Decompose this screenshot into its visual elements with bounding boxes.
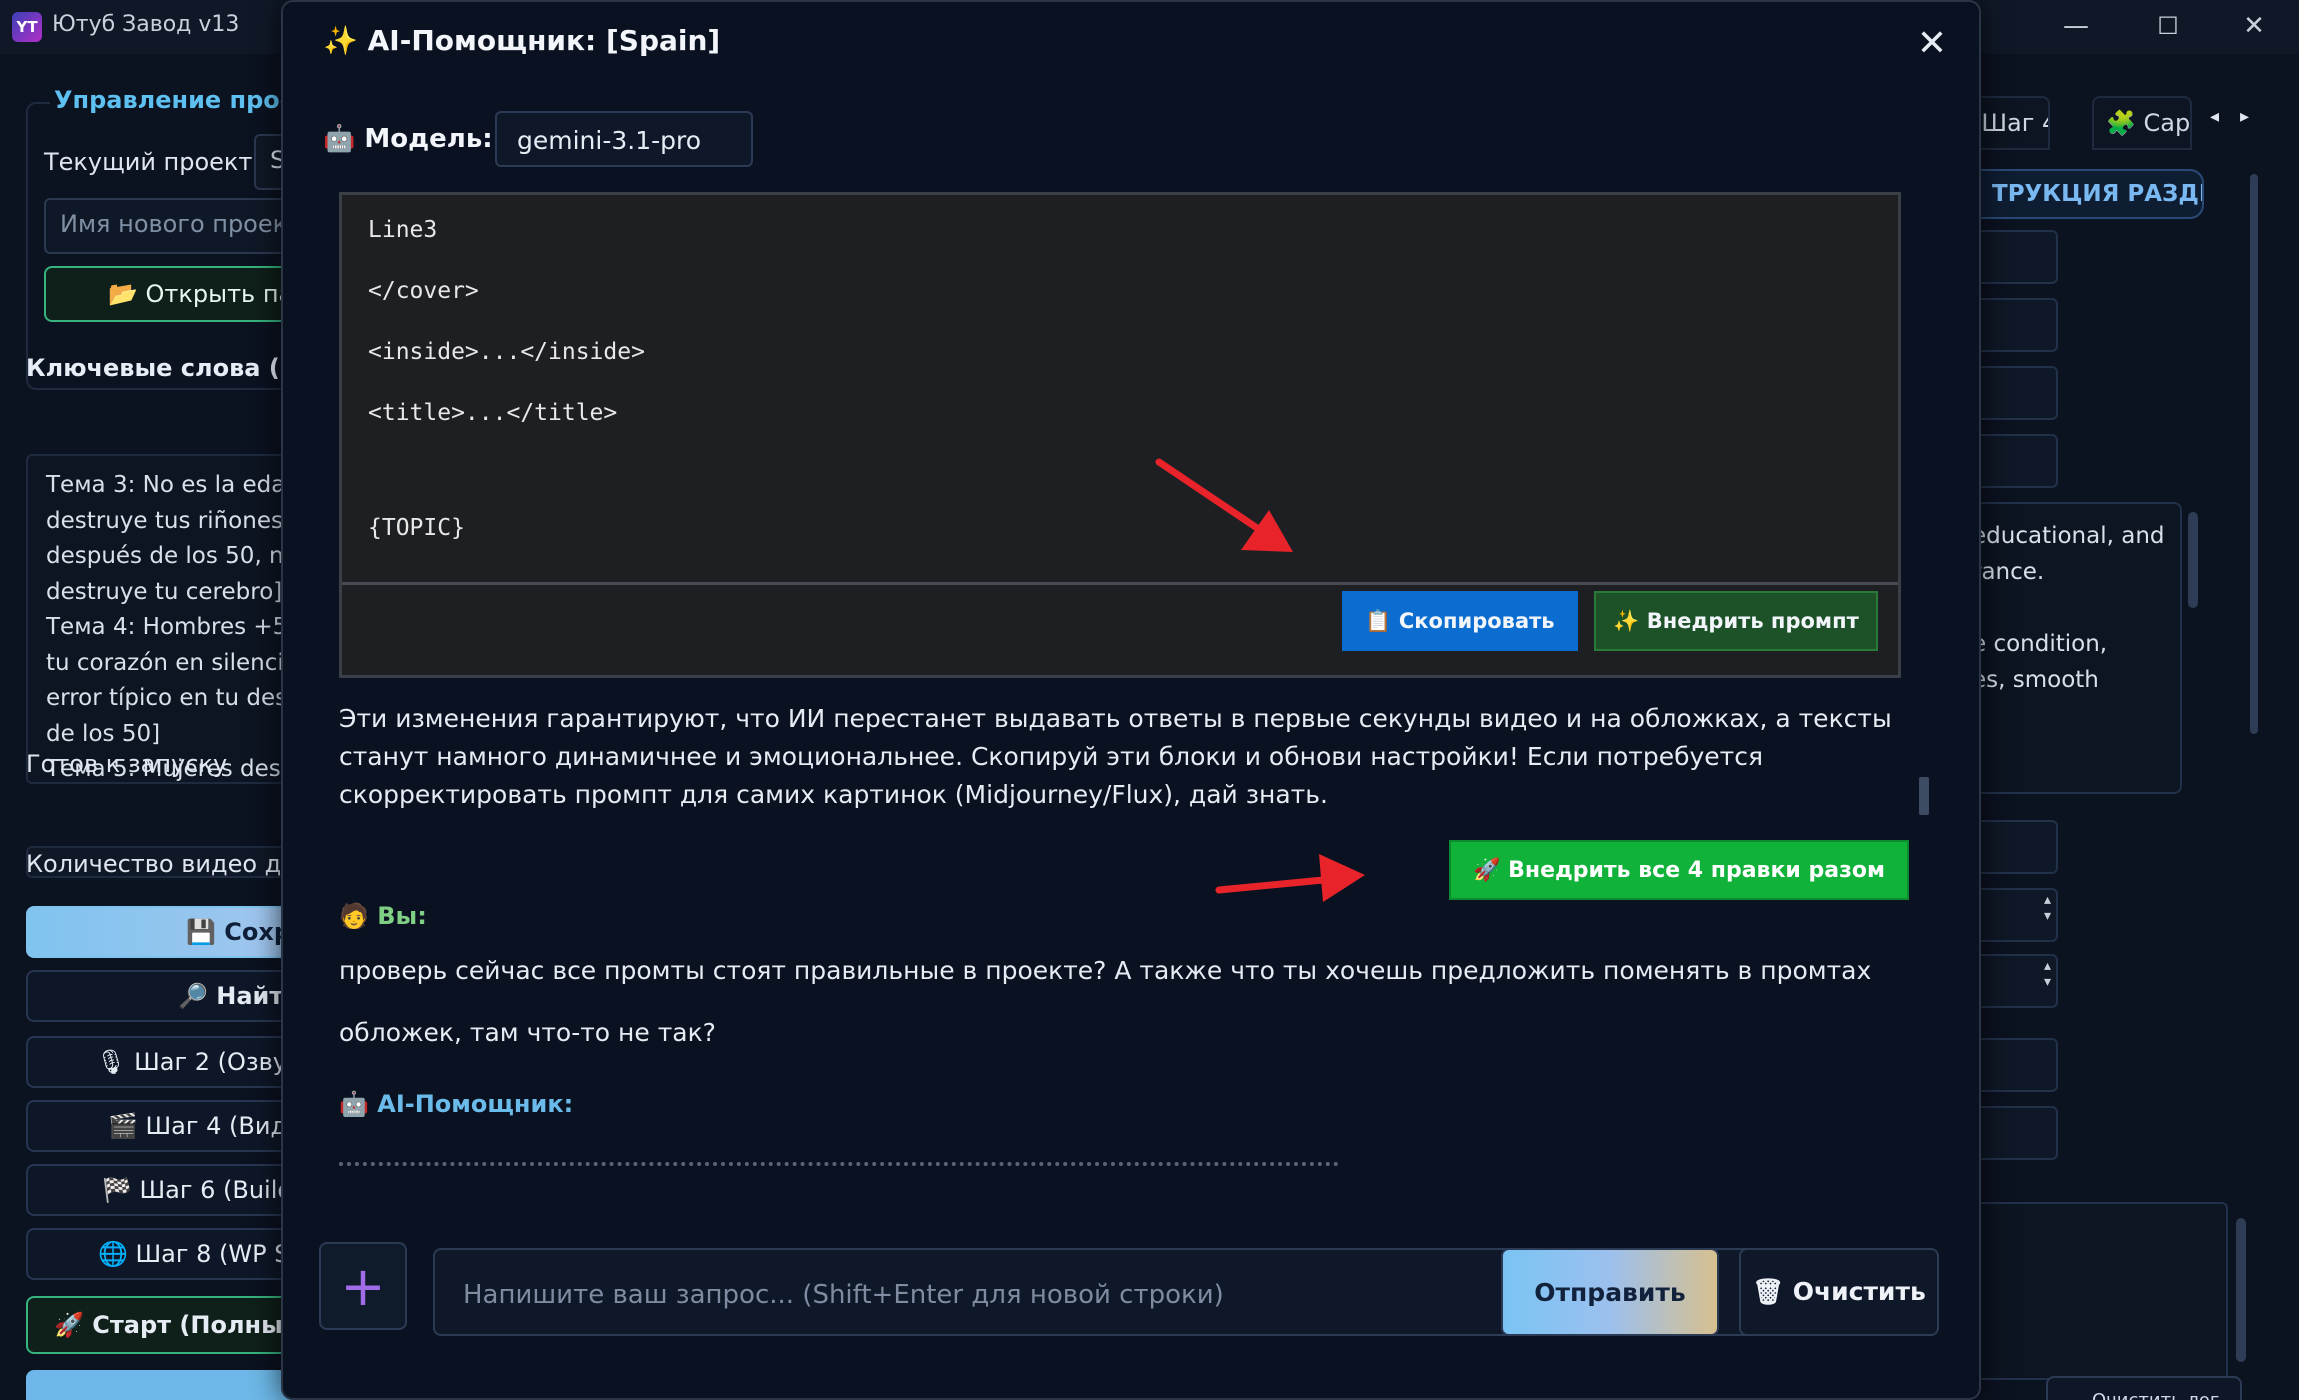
keywords-header: Ключевые слова (д <box>26 354 300 382</box>
keywords-textarea[interactable]: Тема 3: No es la eda destruye tus riñone… <box>26 454 300 784</box>
step4-video-button[interactable]: 🎬 Шаг 4 (Виде <box>26 1100 300 1152</box>
keyword-line: destruye tu cerebro] <box>46 578 283 605</box>
inject-prompt-button[interactable]: ✨ Внедрить промпт <box>1594 591 1878 651</box>
user-message-continued: обложек, там что-то не так? <box>339 1018 716 1047</box>
new-project-name-input[interactable]: Имя нового проек <box>44 198 300 254</box>
settings-field[interactable] <box>1970 298 2058 352</box>
window-title: Ютуб Завод v13 <box>52 12 240 37</box>
keyword-line: tu corazón en silenci <box>46 649 284 676</box>
keyword-line: de los 50] <box>46 720 161 747</box>
chat-scrollbar[interactable] <box>1919 777 1929 815</box>
start-full-button[interactable]: 🚀 Старт (Полный <box>26 1296 300 1354</box>
maximize-icon[interactable]: ☐ <box>2138 6 2198 46</box>
open-folder-button[interactable]: 📂 Открыть па <box>44 266 300 322</box>
inject-all-button[interactable]: 🚀 Внедрить все 4 правки разом <box>1449 840 1909 900</box>
step6-build-button[interactable]: 🏁 Шаг 6 (Build <box>26 1164 300 1216</box>
spinbox[interactable]: ▴ ▾ <box>1970 888 2058 942</box>
settings-field[interactable] <box>1970 366 2058 420</box>
prompt-line: es, smooth <box>1972 667 2099 693</box>
code-line: <inside>...</inside> <box>368 339 645 365</box>
spin-down-icon[interactable]: ▾ <box>2044 908 2056 924</box>
settings-field[interactable] <box>1970 1038 2058 1092</box>
video-count-label: Количество видео дл <box>26 850 297 878</box>
code-content: Line3 </cover> <inside>...</inside> <tit… <box>342 195 1898 585</box>
settings-field[interactable] <box>1970 820 2058 874</box>
keyword-line: destruye tus riñones <box>46 507 283 534</box>
model-label: 🤖 Модель: <box>323 124 493 154</box>
project-sidebar: Управление проек Текущий проект: S Имя н… <box>0 54 300 1400</box>
section-instruction-button[interactable]: ТРУКЦИЯ РАЗДЕЛА <box>1970 169 2204 219</box>
keyword-line: después de los 50, n <box>46 543 284 569</box>
ai-assistant-dialog: ✨ AI-Помощник: [Spain] ✕ 🤖 Модель: gemin… <box>281 0 1981 1400</box>
copy-button[interactable]: 📋 Скопировать <box>1342 591 1578 651</box>
add-attachment-button[interactable]: + <box>319 1242 407 1330</box>
minimize-icon[interactable]: — <box>2046 6 2106 46</box>
prompt-line: educational, and <box>1972 523 2165 549</box>
user-message: проверь сейчас все промты стоят правильн… <box>339 956 1872 985</box>
chat-history: Line3 </cover> <inside>...</inside> <tit… <box>283 192 1979 1182</box>
spin-down-icon[interactable]: ▾ <box>2044 974 2056 990</box>
tab-step4[interactable]: (Шаг 4) <box>1970 96 2050 150</box>
tab-captions[interactable]: 🧩 Cap( <box>2092 96 2192 150</box>
close-icon[interactable]: ✕ <box>1909 20 1955 66</box>
clipped-message-line <box>339 1162 1339 1168</box>
assistant-message: Эти изменения гарантируют, что ИИ перест… <box>339 704 1892 809</box>
panel-scrollbar[interactable] <box>2250 174 2258 734</box>
settings-field[interactable] <box>1970 230 2058 284</box>
code-line: {TOPIC} <box>368 515 465 541</box>
prompt-line <box>1972 590 2180 626</box>
code-line: Line3 <box>368 217 438 243</box>
code-line: <title>...</title> <box>368 400 618 426</box>
window-close-icon[interactable]: ✕ <box>2224 6 2284 46</box>
keyword-line: error típico en tu des <box>46 685 288 711</box>
ai-speaker-label: 🤖 AI-Помощник: <box>339 1090 574 1118</box>
current-project-label: Текущий проект: <box>44 148 261 176</box>
prompt-scrollbar[interactable] <box>2188 512 2198 608</box>
send-button[interactable]: Отправить <box>1501 1248 1719 1336</box>
prompt-textarea[interactable]: educational, and rance. e condition, es,… <box>1970 502 2182 794</box>
model-input[interactable]: gemini-3.1-pro <box>495 111 753 167</box>
keyword-line: Тема 3: No es la eda <box>46 472 286 498</box>
ready-status-label: Готов к запуску <box>26 750 228 778</box>
settings-panel: (Шаг 4) 🧩 Cap( ◂ ▸ ТРУКЦИЯ РАЗДЕЛА educa… <box>1970 54 2299 1400</box>
spin-up-icon[interactable]: ▴ <box>2044 958 2056 974</box>
log-output[interactable] <box>1970 1202 2228 1380</box>
prompt-line: e condition, <box>1972 631 2108 657</box>
log-scrollbar[interactable] <box>2236 1218 2246 1362</box>
clear-chat-button[interactable]: 🗑 Очистить <box>1739 1248 1939 1336</box>
settings-field[interactable] <box>1970 434 2058 488</box>
prompt-line: rance. <box>1972 559 2045 585</box>
code-block: Line3 </cover> <inside>...</inside> <tit… <box>339 192 1901 678</box>
bottom-action-button[interactable] <box>26 1370 300 1400</box>
spinbox[interactable]: ▴ ▾ <box>1970 954 2058 1008</box>
save-button[interactable]: 💾 Сохр <box>26 906 300 958</box>
spin-up-icon[interactable]: ▴ <box>2044 892 2056 908</box>
project-management-title: Управление проек <box>50 86 300 114</box>
find-button[interactable]: 🔎 Найт <box>26 970 300 1022</box>
settings-field[interactable] <box>1970 1106 2058 1160</box>
dialog-title: ✨ AI-Помощник: [Spain] <box>323 24 721 57</box>
clear-log-button[interactable]: Очистить лог <box>2046 1376 2242 1400</box>
app-logo-icon: YT <box>12 12 42 42</box>
tab-scroll-right-icon[interactable]: ▸ <box>2240 106 2249 127</box>
code-line: </cover> <box>368 278 479 304</box>
user-speaker-label: 🧑 Вы: <box>339 902 427 930</box>
tab-scroll-left-icon[interactable]: ◂ <box>2210 106 2219 127</box>
step2-voice-button[interactable]: 🎙 Шаг 2 (Озву <box>26 1036 300 1088</box>
keyword-line: Тема 4: Hombres +5 <box>46 614 288 640</box>
step8-wp-button[interactable]: 🌐 Шаг 8 (WP S <box>26 1228 300 1280</box>
